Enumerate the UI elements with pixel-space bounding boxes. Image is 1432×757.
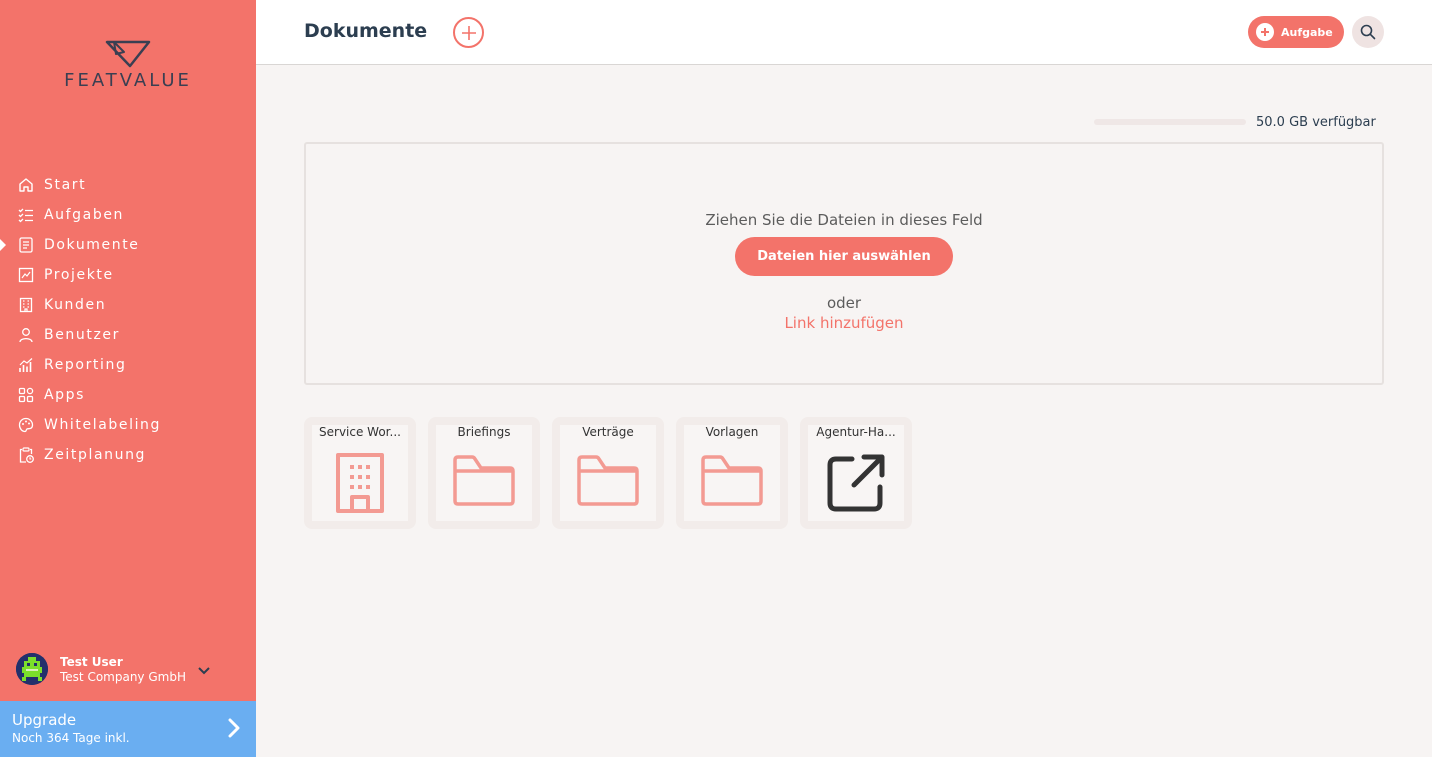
sidebar-item-label: Zeitplanung (44, 447, 147, 463)
folder-card[interactable]: Service Wor... (304, 417, 416, 529)
sidebar-item-dokumente[interactable]: Dokumente (0, 230, 256, 260)
user-icon (17, 326, 35, 344)
user-company: Test Company GmbH (60, 669, 186, 684)
add-task-label: Aufgabe (1281, 25, 1333, 39)
user-name: Test User (60, 654, 123, 669)
upgrade-subtitle: Noch 364 Tage inkl. (12, 731, 130, 745)
plus-icon (461, 25, 476, 40)
home-icon (17, 176, 35, 194)
sidebar-item-aufgaben[interactable]: Aufgaben (0, 200, 256, 230)
file-dropzone[interactable]: Ziehen Sie die Dateien in dieses Feld Da… (304, 142, 1384, 385)
document-icon (17, 236, 35, 254)
folder-label: Vorlagen (705, 425, 759, 439)
folder-grid: Service Wor... Briefings Verträge Vorlag… (304, 417, 924, 529)
building-icon (312, 451, 408, 513)
brand-logo[interactable]: FEATVALUE (42, 40, 214, 91)
folder-label: Verträge (582, 425, 634, 439)
dropzone-instruction: Ziehen Sie die Dateien in dieses Feld (705, 211, 983, 229)
external-link-icon (808, 451, 904, 515)
header: Dokumente Aufgabe (256, 0, 1432, 65)
add-link-button[interactable]: Link hinzufügen (306, 314, 1382, 332)
select-files-button[interactable]: Dateien hier auswählen (735, 237, 953, 276)
sidebar-nav: Start Aufgaben Dokumente Projekte Kunden (0, 170, 256, 470)
sidebar-item-label: Kunden (44, 297, 107, 313)
page-title: Dokumente (304, 20, 428, 42)
upgrade-banner[interactable]: Upgrade Noch 364 Tage inkl. (0, 701, 256, 757)
sidebar-item-label: Apps (44, 387, 86, 403)
dropzone-or: oder (826, 294, 862, 312)
sidebar-item-label: Projekte (44, 267, 114, 283)
sidebar-item-benutzer[interactable]: Benutzer (0, 320, 256, 350)
tasks-icon (17, 206, 35, 224)
sidebar-item-label: Benutzer (44, 327, 120, 343)
sidebar-item-label: Aufgaben (44, 207, 125, 223)
folder-label: Service Wor... (319, 425, 401, 439)
folder-card[interactable]: Verträge (552, 417, 664, 529)
folder-icon (560, 451, 656, 507)
chart-icon (17, 356, 35, 374)
folder-label: Briefings (457, 425, 511, 439)
clipboard-clock-icon (17, 446, 35, 464)
apps-icon (17, 386, 35, 404)
building-icon (17, 296, 35, 314)
palette-icon (17, 416, 35, 434)
avatar (16, 653, 48, 685)
upgrade-title: Upgrade (12, 711, 77, 729)
folder-card[interactable]: Briefings (428, 417, 540, 529)
sidebar-item-kunden[interactable]: Kunden (0, 290, 256, 320)
add-document-button[interactable] (453, 17, 484, 48)
chevron-down-icon (198, 660, 210, 679)
sidebar-item-label: Start (44, 177, 87, 193)
sidebar: FEATVALUE Start Aufgaben Dokumente Proje… (0, 0, 256, 757)
search-icon (1360, 24, 1376, 40)
folder-icon (436, 451, 532, 507)
user-menu[interactable]: Test User Test Company GmbH (16, 652, 246, 686)
sidebar-item-reporting[interactable]: Reporting (0, 350, 256, 380)
search-button[interactable] (1352, 16, 1384, 48)
sidebar-item-apps[interactable]: Apps (0, 380, 256, 410)
logo-mark-icon (105, 40, 151, 68)
plus-icon (1256, 23, 1274, 41)
brand-name: FEATVALUE (64, 70, 192, 91)
sidebar-item-start[interactable]: Start (0, 170, 256, 200)
sidebar-item-projekte[interactable]: Projekte (0, 260, 256, 290)
folder-card[interactable]: Agentur-Ha... (800, 417, 912, 529)
folder-label: Agentur-Ha... (816, 425, 896, 439)
sidebar-item-label: Dokumente (44, 237, 140, 253)
projects-icon (17, 266, 35, 284)
storage-progress-bar (1094, 119, 1246, 125)
sidebar-item-label: Whitelabeling (44, 417, 162, 433)
folder-icon (684, 451, 780, 507)
sidebar-item-label: Reporting (44, 357, 127, 373)
chevron-right-icon (228, 718, 240, 742)
sidebar-item-whitelabeling[interactable]: Whitelabeling (0, 410, 256, 440)
folder-card[interactable]: Vorlagen (676, 417, 788, 529)
storage-available: 50.0 GB verfügbar (1256, 115, 1376, 130)
sidebar-item-zeitplanung[interactable]: Zeitplanung (0, 440, 256, 470)
add-task-button[interactable]: Aufgabe (1248, 16, 1344, 48)
